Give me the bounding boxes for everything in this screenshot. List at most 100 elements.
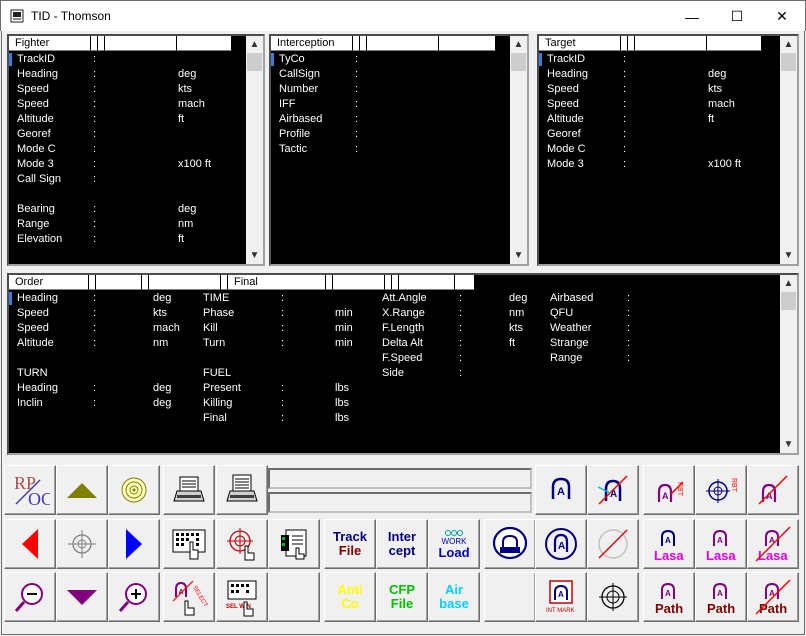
int-mark-button[interactable]: A INT MARK [535, 572, 587, 622]
fighter-header-col[interactable] [105, 36, 177, 51]
order-header-col[interactable] [399, 275, 455, 290]
order-header-col[interactable] [89, 275, 96, 290]
fighter-header-col[interactable] [91, 36, 98, 51]
scroll-up-icon[interactable]: ▲ [780, 36, 797, 53]
list-row[interactable]: Georef: [9, 127, 246, 142]
cfp-file-button[interactable]: CFP File [376, 572, 428, 622]
lasa-cancel-button[interactable]: A Lasa [747, 519, 799, 569]
scroll-down-icon[interactable]: ▼ [780, 436, 797, 453]
list-row[interactable]: Number: [271, 82, 510, 97]
lasa-button[interactable]: A Lasa [643, 519, 695, 569]
scroll-down-icon[interactable]: ▼ [780, 247, 797, 264]
scroll-down-button[interactable] [56, 572, 108, 622]
list-row[interactable]: Mode 3: x100 ft [9, 157, 246, 172]
list-row[interactable]: Bearing: deg [9, 202, 246, 217]
interception-header-col[interactable] [360, 36, 367, 51]
list-row[interactable]: IFF: [271, 97, 510, 112]
window-list-button[interactable] [268, 519, 320, 569]
scroll-up-icon[interactable]: ▲ [780, 275, 797, 292]
work-load-button[interactable]: WORK Load [428, 519, 480, 569]
fighter-cancel-button[interactable]: A [587, 465, 639, 515]
order-row[interactable]: F.Speed: Range: [9, 351, 780, 366]
list-row[interactable]: Mode C: [539, 142, 780, 157]
scroll-thumb[interactable] [781, 292, 796, 310]
air-base-button[interactable]: Air base [428, 572, 480, 622]
center-crosshair-button[interactable] [56, 519, 108, 569]
target-rbt-button[interactable]: RBT [695, 465, 747, 515]
scroll-thumb[interactable] [247, 53, 262, 71]
list-row[interactable]: Speed: mach [9, 97, 246, 112]
target-header-col[interactable] [628, 36, 635, 51]
interception-scrollbar[interactable]: ▲ ▼ [510, 36, 527, 264]
zoom-in-button[interactable] [108, 572, 160, 622]
list-row[interactable]: Speed: kts [9, 82, 246, 97]
keyboard-map-button[interactable] [163, 519, 215, 569]
lasa-alt-button[interactable]: A Lasa [695, 519, 747, 569]
target-header-col[interactable] [621, 36, 628, 51]
rbt-button[interactable]: A RBT [643, 465, 695, 515]
list-row[interactable]: Call Sign: [9, 172, 246, 187]
order-header-col[interactable]: Final [228, 275, 326, 290]
order-header-col[interactable] [333, 275, 385, 290]
fighter-header-col[interactable] [177, 36, 232, 51]
list-row[interactable]: Elevation: ft [9, 232, 246, 247]
path-button[interactable]: A Path [643, 572, 695, 622]
radar-button[interactable] [484, 519, 536, 569]
fighter-list[interactable]: TrackID: Heading: deg Speed: kts Speed: mach Al… [9, 52, 246, 247]
order-header-col[interactable] [455, 275, 475, 290]
order-header-col[interactable] [149, 275, 221, 290]
zoom-out-button[interactable] [4, 572, 56, 622]
empty-button-2[interactable] [484, 572, 536, 622]
path-cancel-button[interactable]: A Path [747, 572, 799, 622]
order-row[interactable]: Heading: deg TIME: Att.Angle: deg Airbased: [9, 291, 780, 306]
list-row[interactable]: Heading: deg [9, 67, 246, 82]
order-row[interactable]: Inclin: deg Killing: lbs [9, 396, 780, 411]
empty-button[interactable] [268, 572, 320, 622]
order-scrollbar[interactable]: ▲ ▼ [780, 275, 797, 453]
scroll-left-button[interactable] [4, 519, 56, 569]
list-row[interactable]: CallSign: [271, 67, 510, 82]
fighter-circle-button[interactable]: A [535, 519, 587, 569]
order-row[interactable]: Final: lbs [9, 411, 780, 426]
list-row[interactable]: Range: nm [9, 217, 246, 232]
scroll-thumb[interactable] [511, 53, 526, 71]
list-row[interactable]: Georef: [539, 127, 780, 142]
list-row[interactable]: Heading: deg [539, 67, 780, 82]
anti-co-button[interactable]: Anti Co [324, 572, 376, 622]
scroll-up-icon[interactable]: ▲ [246, 36, 263, 53]
target-header-title[interactable]: Target [539, 36, 621, 51]
order-list[interactable]: Heading: deg TIME: Att.Angle: deg Airbased: Sp… [9, 291, 780, 426]
order-row[interactable]: TURN FUEL Side: [9, 366, 780, 381]
target-header-col[interactable] [635, 36, 707, 51]
fighter-header-col[interactable] [98, 36, 105, 51]
list-row[interactable]: Mode 3: x100 ft [539, 157, 780, 172]
order-header-col[interactable]: Time&Fuel [142, 275, 149, 290]
close-button[interactable]: ✕ [759, 1, 805, 32]
scroll-down-icon[interactable]: ▼ [510, 247, 527, 264]
list-row[interactable]: Profile: [271, 127, 510, 142]
path-alt-button[interactable]: A Path [695, 572, 747, 622]
scroll-right-button[interactable] [108, 519, 160, 569]
intercept-button[interactable]: Inter cept [376, 519, 428, 569]
interception-header-col[interactable] [353, 36, 360, 51]
order-row[interactable]: Speed: kts Phase: min X.Range: nm QFU: [9, 306, 780, 321]
order-row[interactable]: Altitude: nm Turn: min Delta Alt: ft Strange: [9, 336, 780, 351]
list-row[interactable]: Altitude: ft [9, 112, 246, 127]
list-row[interactable]: TrackID: [9, 52, 246, 67]
list-row[interactable]: Mode C: [9, 142, 246, 157]
fighter-header-title[interactable]: Fighter [9, 36, 91, 51]
interception-header-col[interactable] [367, 36, 439, 51]
order-header-col[interactable] [326, 275, 333, 290]
list-row[interactable]: Tactic: [271, 142, 510, 157]
target-hand-button[interactable] [216, 519, 268, 569]
list-row[interactable]: TrackID: [539, 52, 780, 67]
maximize-button[interactable]: ☐ [714, 1, 760, 32]
printer-button[interactable] [163, 465, 215, 515]
track-file-button[interactable]: Track File [324, 519, 376, 569]
rpoc-button[interactable]: RP OC [4, 465, 56, 515]
target-header-col[interactable] [707, 36, 762, 51]
list-row[interactable]: Altitude: ft [539, 112, 780, 127]
select-button[interactable]: A SELECT [163, 572, 215, 622]
order-header-col[interactable] [96, 275, 142, 290]
fighter-select-button[interactable]: A [535, 465, 587, 515]
